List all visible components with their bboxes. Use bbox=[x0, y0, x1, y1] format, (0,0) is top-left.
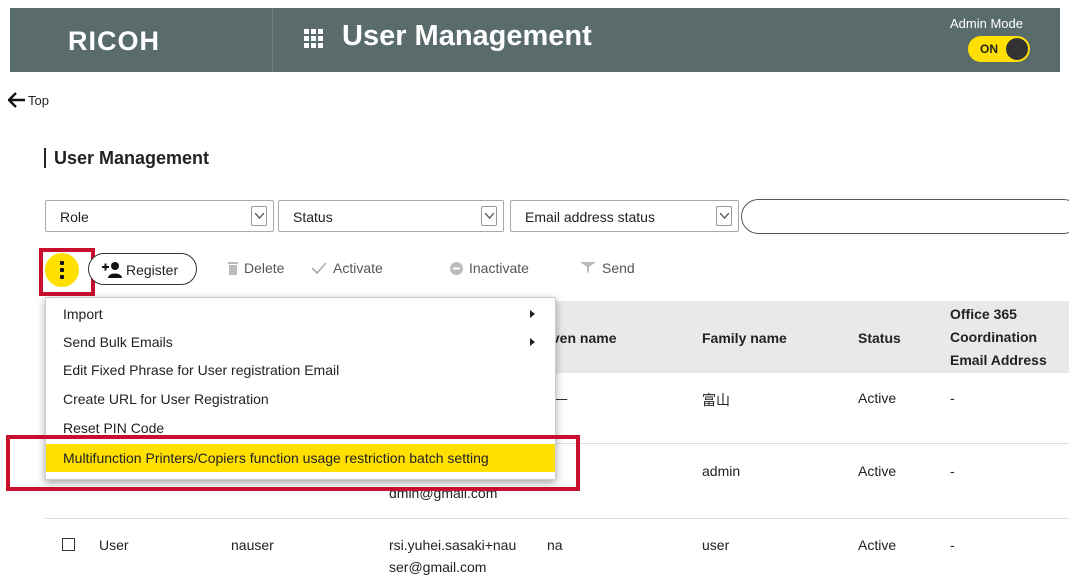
activate-label: Activate bbox=[333, 260, 383, 276]
menu-item-label: Edit Fixed Phrase for User registration … bbox=[63, 362, 340, 378]
column-header-o365-line2: Coordination bbox=[950, 329, 1038, 345]
highlight-frame-menu-item bbox=[6, 435, 580, 491]
column-header-status: Status bbox=[858, 330, 901, 346]
menu-item-edit-fixed-phrase[interactable]: Edit Fixed Phrase for User registration … bbox=[46, 356, 555, 384]
apps-grid-icon[interactable] bbox=[304, 29, 323, 48]
cell-o365: - bbox=[950, 463, 955, 479]
send-button[interactable]: Send bbox=[580, 260, 635, 276]
search-input[interactable] bbox=[741, 199, 1069, 234]
back-to-top-link[interactable]: Top bbox=[8, 92, 49, 108]
chevron-down-icon bbox=[716, 206, 732, 226]
chevron-down-icon bbox=[251, 206, 267, 226]
column-header-family-name: Family name bbox=[702, 330, 787, 346]
toggle-knob bbox=[1006, 38, 1028, 60]
admin-mode-toggle[interactable]: ON bbox=[968, 36, 1030, 62]
minus-circle-icon bbox=[450, 261, 463, 275]
header-divider bbox=[272, 8, 273, 72]
email-status-select[interactable]: Email address status bbox=[510, 200, 739, 232]
delete-label: Delete bbox=[244, 260, 285, 276]
add-user-icon bbox=[102, 262, 122, 278]
menu-item-label: Reset PIN Code bbox=[63, 420, 165, 436]
app-title: User Management bbox=[342, 20, 592, 52]
cell-email-line1: rsi.yuhei.sasaki+nau bbox=[389, 537, 517, 553]
caret-right-icon bbox=[530, 338, 535, 346]
cell-o365: - bbox=[950, 390, 955, 406]
status-select[interactable]: Status bbox=[278, 200, 504, 232]
chevron-down-icon bbox=[481, 206, 497, 226]
cell-family-name: admin bbox=[702, 463, 741, 479]
cell-login: nauser bbox=[231, 537, 274, 553]
cell-o365: - bbox=[950, 537, 955, 553]
menu-item-import[interactable]: Import bbox=[46, 300, 555, 328]
cell-role: User bbox=[99, 537, 129, 553]
email-status-select-label: Email address status bbox=[525, 209, 655, 225]
send-label: Send bbox=[602, 260, 635, 276]
register-button[interactable]: Register bbox=[88, 253, 197, 285]
page-title: User Management bbox=[44, 148, 209, 168]
cell-status: Active bbox=[858, 390, 897, 406]
caret-right-icon bbox=[530, 310, 535, 318]
highlight-frame-more bbox=[39, 248, 95, 296]
inactivate-label: Inactivate bbox=[469, 260, 529, 276]
role-select-label: Role bbox=[60, 209, 89, 225]
menu-item-create-url[interactable]: Create URL for User Registration bbox=[46, 385, 555, 413]
cell-given-name: na bbox=[547, 537, 563, 553]
menu-item-label: Import bbox=[63, 306, 103, 322]
trash-icon bbox=[228, 262, 238, 275]
app-header: RICOH User Management Admin Mode ON bbox=[10, 8, 1060, 72]
send-icon bbox=[580, 262, 596, 274]
menu-item-label: Send Bulk Emails bbox=[63, 334, 173, 350]
arrow-left-icon bbox=[8, 92, 25, 108]
status-select-label: Status bbox=[293, 209, 333, 225]
inactivate-button[interactable]: Inactivate bbox=[450, 260, 529, 276]
menu-item-send-bulk-emails[interactable]: Send Bulk Emails bbox=[46, 328, 555, 356]
register-label: Register bbox=[126, 262, 179, 278]
ricoh-logo: RICOH bbox=[68, 26, 160, 56]
role-select[interactable]: Role bbox=[45, 200, 274, 232]
row-divider bbox=[45, 518, 1069, 519]
cell-email-line2: ser@gmail.com bbox=[389, 559, 487, 575]
column-header-o365-line1: Office 365 bbox=[950, 306, 1017, 322]
cell-status: Active bbox=[858, 537, 897, 553]
admin-mode-label: Admin Mode bbox=[950, 16, 1023, 31]
toggle-state-label: ON bbox=[980, 42, 998, 56]
cell-family-name: user bbox=[702, 537, 730, 553]
row-checkbox[interactable] bbox=[62, 538, 75, 551]
column-header-given-name: iven name bbox=[548, 330, 617, 346]
delete-button[interactable]: Delete bbox=[228, 260, 284, 276]
activate-button[interactable]: Activate bbox=[311, 260, 383, 276]
column-header-o365-line3: Email Address bbox=[950, 352, 1047, 368]
checkmark-icon bbox=[311, 262, 327, 274]
cell-family-name: 富山 bbox=[702, 392, 730, 408]
cell-status: Active bbox=[858, 463, 897, 479]
back-label: Top bbox=[28, 92, 49, 108]
menu-item-label: Create URL for User Registration bbox=[63, 391, 269, 407]
